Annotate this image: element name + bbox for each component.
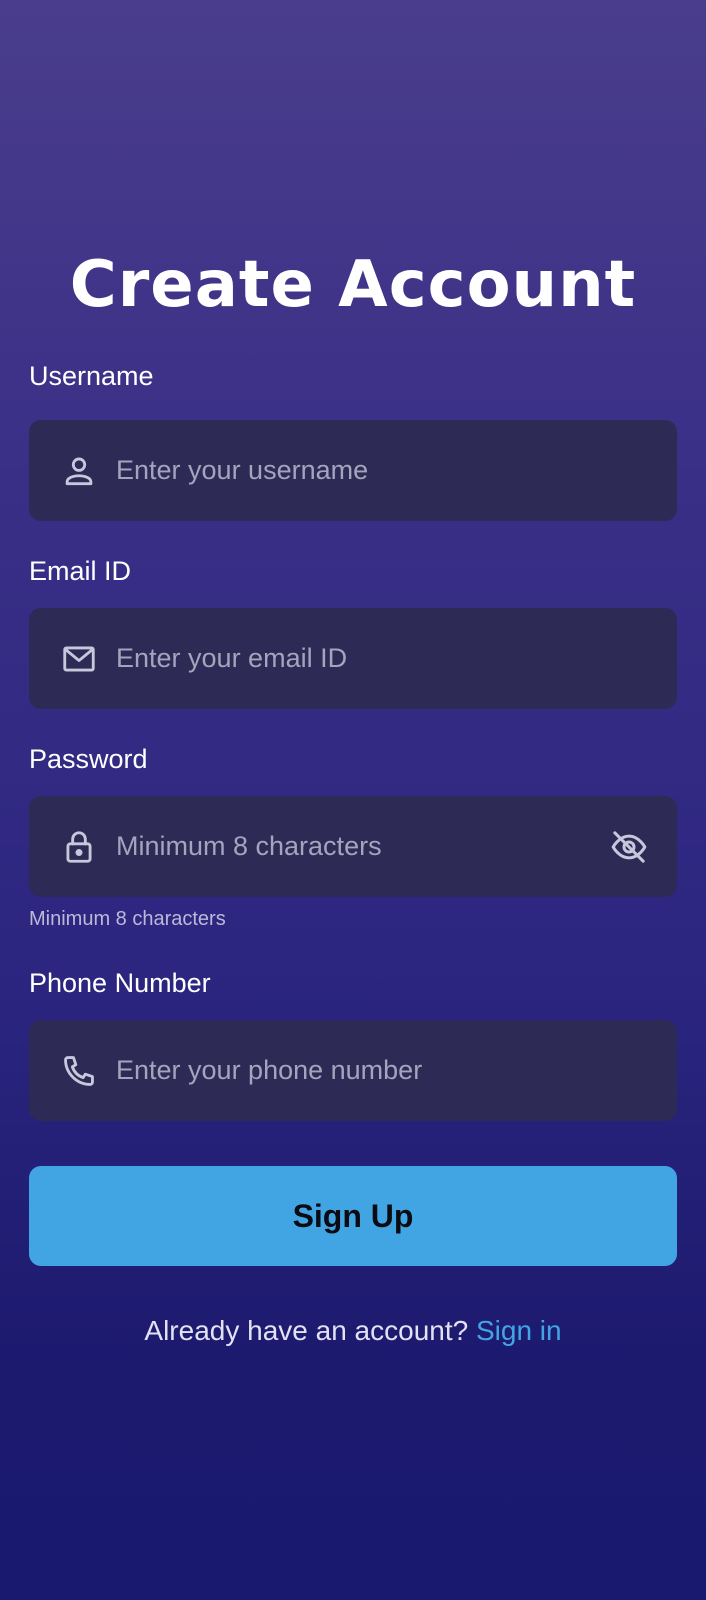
email-field-container[interactable] <box>29 608 677 709</box>
username-label: Username <box>29 361 154 391</box>
sign-up-button[interactable]: Sign Up <box>29 1166 677 1266</box>
sign-in-prompt: Already have an account? Sign in <box>0 1314 706 1348</box>
person-icon <box>60 452 98 490</box>
phone-icon <box>60 1052 98 1090</box>
password-label: Password <box>29 744 148 774</box>
sign-in-link[interactable]: Sign in <box>476 1315 562 1346</box>
email-input[interactable] <box>116 608 596 709</box>
eye-off-icon[interactable] <box>609 827 649 867</box>
lock-icon <box>60 828 98 866</box>
email-label: Email ID <box>29 556 132 586</box>
phone-label: Phone Number <box>29 968 211 998</box>
username-input[interactable] <box>116 420 596 521</box>
page-title: Create Account <box>69 248 637 322</box>
password-field-container[interactable] <box>29 796 677 897</box>
phone-input[interactable] <box>116 1020 596 1121</box>
mail-icon <box>60 640 98 678</box>
phone-field-container[interactable] <box>29 1020 677 1121</box>
sign-in-prompt-text: Already have an account? <box>144 1315 476 1346</box>
password-input[interactable] <box>116 796 596 897</box>
password-hint: Minimum 8 characters <box>29 908 226 930</box>
username-field-container[interactable] <box>29 420 677 521</box>
